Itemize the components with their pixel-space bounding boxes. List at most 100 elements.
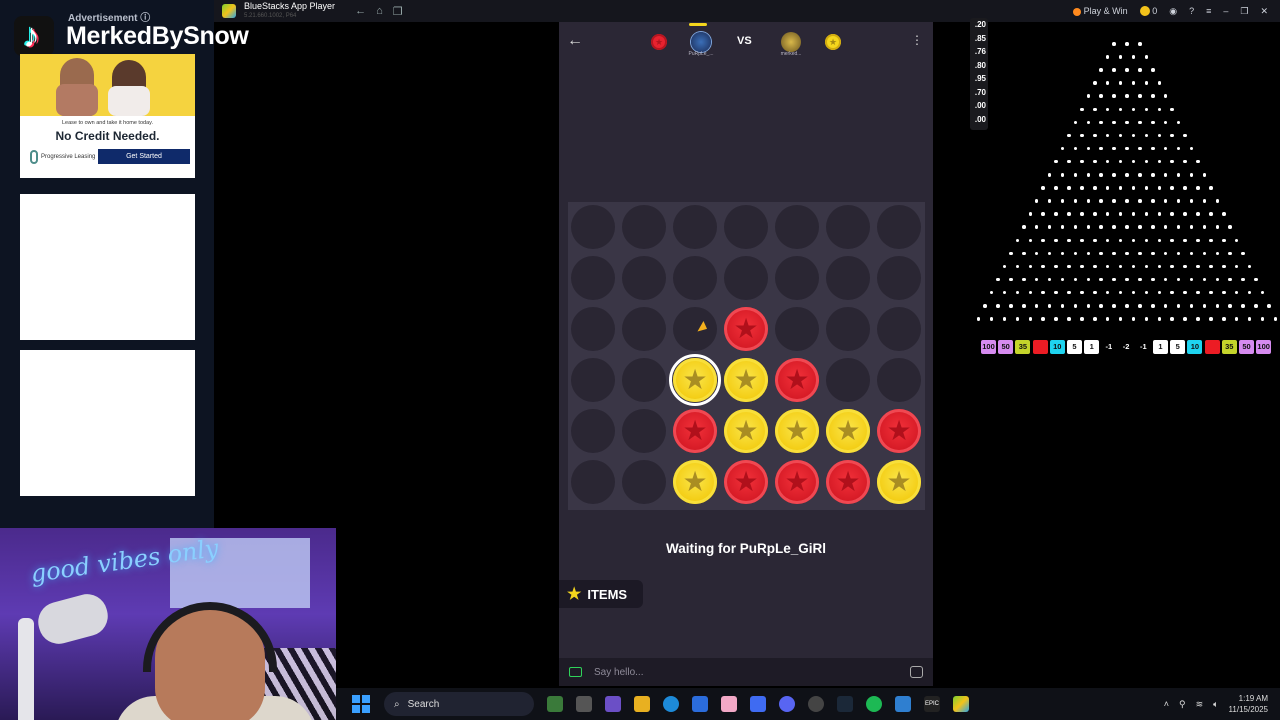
headset-icon [143,602,277,672]
board-cell[interactable] [877,307,921,351]
board-cell[interactable] [622,358,666,402]
board-cell[interactable] [877,358,921,402]
plinko-peg [1131,317,1136,321]
plinko-peg [1015,317,1020,321]
board-cell[interactable] [877,205,921,249]
spotify-icon[interactable] [866,696,882,712]
task-view-icon[interactable] [576,696,592,712]
ad-card[interactable]: Lease to own and take it home today. No … [20,54,195,178]
search-input[interactable]: Search [408,699,440,710]
notepad-icon[interactable] [895,696,911,712]
volume-icon[interactable]: 🔈︎ [1213,699,1218,710]
chevron-up-icon[interactable]: ˄ [1164,699,1169,709]
board-cell[interactable] [724,205,768,249]
player2-avatar[interactable] [781,32,801,52]
taskbar-search[interactable]: ⌕ Search [384,692,534,716]
copilot-icon[interactable] [750,696,766,712]
widgets-icon[interactable] [547,696,563,712]
store-icon[interactable] [692,696,708,712]
board-cell[interactable] [622,256,666,300]
plinko-peg [1067,290,1071,295]
back-nav-icon[interactable]: ← [355,5,366,18]
emoji-icon[interactable] [910,666,923,678]
get-started-button[interactable]: Get Started [98,149,190,164]
ad-sidebar: Advertisement ⓘ MerkedBySnow Lease to ow… [0,0,249,528]
game-board[interactable]: ★ ★ ★ ★ ★ ★ ★ ★ ★ ★ ★ ★ ★ ★ [568,202,925,510]
board-cell[interactable] [622,409,666,453]
board-cell[interactable] [826,205,870,249]
board-cell[interactable] [622,460,666,504]
obs-icon[interactable] [808,696,824,712]
plinko-peg [1131,186,1136,190]
board-cell[interactable] [622,307,666,351]
plinko-peg [1170,159,1174,164]
plinko-peg [1047,251,1052,256]
board-cell[interactable] [571,256,615,300]
plinko-peg [1125,94,1129,98]
plinko-peg [1228,277,1232,282]
plinko-peg [1202,251,1207,256]
plinko-peg [1015,264,1020,269]
player1-avatar[interactable] [691,32,711,52]
help-icon[interactable]: ? [1189,6,1194,16]
board-cell[interactable] [571,205,615,249]
menu-icon[interactable]: ≡ [1206,6,1211,16]
plinko-peg [1196,317,1200,321]
plinko-peg [1144,186,1149,190]
items-button[interactable]: ★ ITEMS [559,580,643,608]
plinko-peg [989,290,994,295]
plinko-peg [1151,173,1155,177]
plinko-peg [1247,290,1252,295]
more-options-icon[interactable]: ⋮ [911,33,923,47]
board-cell[interactable] [673,307,717,351]
steam-icon[interactable] [837,696,853,712]
chat-input[interactable]: Say hello... [594,667,898,678]
wifi-icon[interactable]: ≋ [1196,699,1204,710]
minimize-icon[interactable]: – [1223,6,1228,16]
home-icon[interactable]: ⌂ [376,5,383,18]
board-cell[interactable] [571,409,615,453]
plinko-peg [1099,251,1103,256]
board-cell[interactable] [775,307,819,351]
board-cell[interactable] [622,205,666,249]
board-cell[interactable] [673,256,717,300]
board-cell[interactable] [571,358,615,402]
board-cell[interactable] [775,256,819,300]
epic-games-icon[interactable]: EPIC [924,696,940,712]
discord-icon[interactable] [779,696,795,712]
close-icon[interactable]: ✕ [1260,6,1268,17]
clock[interactable]: 1:19 AM 11/15/2025 [1229,693,1268,715]
plinko-peg [1196,290,1200,295]
board-cell[interactable] [724,256,768,300]
board-cell[interactable] [571,307,615,351]
file-explorer-icon[interactable] [634,696,650,712]
edge-icon[interactable] [663,696,679,712]
plinko-peg [1002,317,1007,321]
plinko-peg [1118,290,1123,295]
maximize-icon[interactable]: ❐ [1240,6,1248,17]
coins-display[interactable]: 0 [1139,6,1157,17]
board-cell[interactable] [775,205,819,249]
network-icon[interactable]: ⚲ [1179,699,1186,710]
plinko-peg [1086,146,1091,151]
teams-icon[interactable] [605,696,621,712]
ad-small-text: Lease to own and take it home today. [61,120,153,126]
board-cell[interactable] [826,256,870,300]
app-pink-icon[interactable] [721,696,737,712]
board-cell[interactable] [826,307,870,351]
board-cell[interactable] [877,256,921,300]
recent-apps-icon[interactable]: ❐ [393,5,403,18]
board-cell[interactable] [673,205,717,249]
bluestacks-taskbar-icon[interactable] [953,696,969,712]
back-arrow-icon[interactable]: ← [567,32,583,50]
plinko-peg [1099,225,1103,229]
board-cell[interactable] [826,358,870,402]
board-cell[interactable] [571,460,615,504]
screen: Advertisement ⓘ MerkedBySnow Lease to ow… [0,0,1280,720]
profile-icon[interactable]: ◉ [1169,6,1177,17]
plinko-peg [1222,212,1226,216]
chat-bar[interactable]: Say hello... [559,658,933,686]
windows-start-icon[interactable] [352,695,370,713]
ad-slot-blank-2 [20,350,195,496]
play-win-button[interactable]: Play & Win [1072,6,1128,16]
